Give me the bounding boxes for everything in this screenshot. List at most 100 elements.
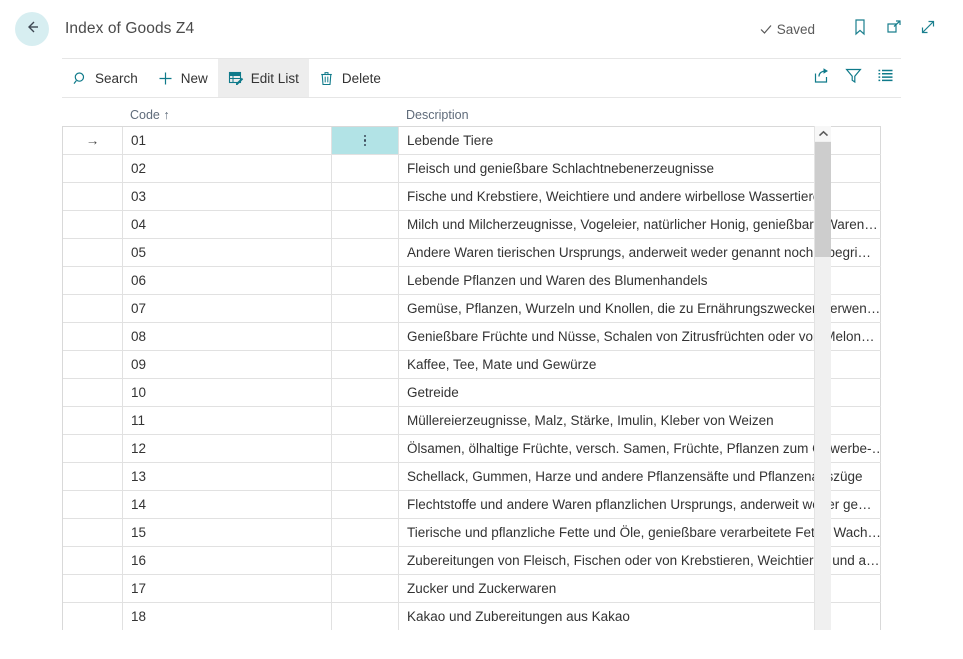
open-in-new-window-button[interactable] <box>877 13 911 45</box>
cell-code[interactable]: 10 <box>123 379 332 406</box>
cell-description[interactable]: Lebende Tiere <box>399 127 881 154</box>
column-header-description[interactable]: Description <box>398 108 897 122</box>
row-menu-button[interactable] <box>332 491 399 518</box>
table-row[interactable]: 11 Müllereierzeugnisse, Malz, Stärke, Imu… <box>63 407 881 435</box>
row-menu-button[interactable] <box>332 267 399 294</box>
row-indicator-cell <box>63 267 123 294</box>
row-indicator-cell <box>63 183 123 210</box>
share-button[interactable] <box>805 59 837 97</box>
arrow-left-icon <box>23 18 41 41</box>
cell-code[interactable]: 05 <box>123 239 332 266</box>
cell-description[interactable]: Lebende Pflanzen und Waren des Blumenhan… <box>399 267 881 294</box>
back-button[interactable] <box>15 12 49 46</box>
filter-button[interactable] <box>837 59 869 97</box>
row-menu-button[interactable] <box>332 127 399 154</box>
bookmark-button[interactable] <box>843 13 877 45</box>
search-button[interactable]: Search <box>62 59 148 97</box>
cell-code[interactable]: 06 <box>123 267 332 294</box>
row-menu-button[interactable] <box>332 379 399 406</box>
scrollbar-thumb[interactable] <box>815 142 831 257</box>
row-indicator-cell <box>63 323 123 350</box>
expand-button[interactable] <box>911 13 945 45</box>
table-row[interactable]: 13 Schellack, Gummen, Harze und andere Pf… <box>63 463 881 491</box>
table-row[interactable]: 18 Kakao und Zubereitungen aus Kakao <box>63 603 881 630</box>
cell-description[interactable]: Zubereitungen von Fleisch, Fischen oder … <box>399 547 881 574</box>
scroll-up-button[interactable] <box>815 126 831 141</box>
table-row[interactable]: 07 Gemüse, Pflanzen, Wurzeln und Knollen,… <box>63 295 881 323</box>
cell-description[interactable]: Flechtstoffe und andere Waren pflanzlich… <box>399 491 881 518</box>
table-row[interactable]: 03 Fische und Krebstiere, Weichtiere und … <box>63 183 881 211</box>
edit-list-button[interactable]: Edit List <box>218 59 309 97</box>
page-header: Index of Goods Z4 Saved <box>0 0 963 58</box>
cell-description[interactable]: Gemüse, Pflanzen, Wurzeln und Knollen, d… <box>399 295 881 322</box>
table-row[interactable]: 04 Milch und Milcherzeugnisse, Vogeleier,… <box>63 211 881 239</box>
table-row[interactable]: 12 Ölsamen, ölhaltige Früchte, versch. Sa… <box>63 435 881 463</box>
cell-description[interactable]: Fische und Krebstiere, Weichtiere und an… <box>399 183 881 210</box>
table-row[interactable]: 15 Tierische und pflanzliche Fette und Öl… <box>63 519 881 547</box>
vertical-scrollbar[interactable] <box>814 126 831 630</box>
cell-description[interactable]: Milch und Milcherzeugnisse, Vogeleier, n… <box>399 211 881 238</box>
table-row[interactable]: 10 Getreide <box>63 379 881 407</box>
row-indicator-cell <box>63 351 123 378</box>
filter-icon <box>845 67 862 89</box>
row-menu-button[interactable] <box>332 463 399 490</box>
row-menu-button[interactable] <box>332 519 399 546</box>
table-row[interactable]: 06 Lebende Pflanzen und Waren des Blumenh… <box>63 267 881 295</box>
table-row[interactable]: 02 Fleisch und genießbare Schlachtnebener… <box>63 155 881 183</box>
cell-code[interactable]: 02 <box>123 155 332 182</box>
cell-description[interactable]: Getreide <box>399 379 881 406</box>
list-options-button[interactable] <box>869 59 901 97</box>
row-menu-button[interactable] <box>332 323 399 350</box>
cell-code[interactable]: 07 <box>123 295 332 322</box>
cell-description[interactable]: Ölsamen, ölhaltige Früchte, versch. Same… <box>399 435 881 462</box>
row-menu-button[interactable] <box>332 547 399 574</box>
cell-code[interactable]: 04 <box>123 211 332 238</box>
cell-code[interactable]: 01 <box>123 127 332 154</box>
row-menu-button[interactable] <box>332 155 399 182</box>
table-row[interactable]: 09 Kaffee, Tee, Mate und Gewürze <box>63 351 881 379</box>
delete-button[interactable]: Delete <box>309 59 391 97</box>
cell-code[interactable]: 16 <box>123 547 332 574</box>
cell-description[interactable]: Müllereierzeugnisse, Malz, Stärke, Imuli… <box>399 407 881 434</box>
cell-code[interactable]: 14 <box>123 491 332 518</box>
share-icon <box>813 67 830 89</box>
cell-code[interactable]: 18 <box>123 603 332 630</box>
cell-code[interactable]: 08 <box>123 323 332 350</box>
row-menu-button[interactable] <box>332 183 399 210</box>
search-button-label: Search <box>95 71 138 86</box>
row-menu-button[interactable] <box>332 295 399 322</box>
table-row[interactable]: →01Lebende Tiere <box>63 127 881 155</box>
new-button[interactable]: New <box>148 59 218 97</box>
row-menu-button[interactable] <box>332 407 399 434</box>
cell-description[interactable]: Genießbare Früchte und Nüsse, Schalen vo… <box>399 323 881 350</box>
cell-code[interactable]: 12 <box>123 435 332 462</box>
row-menu-button[interactable] <box>332 239 399 266</box>
cell-description[interactable]: Tierische und pflanzliche Fette und Öle,… <box>399 519 881 546</box>
cell-code[interactable]: 13 <box>123 463 332 490</box>
cell-description[interactable]: Kaffee, Tee, Mate und Gewürze <box>399 351 881 378</box>
trash-icon <box>319 70 335 86</box>
cell-code[interactable]: 11 <box>123 407 332 434</box>
row-menu-button[interactable] <box>332 211 399 238</box>
cell-description[interactable]: Fleisch und genießbare Schlachtnebenerze… <box>399 155 881 182</box>
cell-code[interactable]: 17 <box>123 575 332 602</box>
table-row[interactable]: 16 Zubereitungen von Fleisch, Fischen ode… <box>63 547 881 575</box>
table-row[interactable]: 05 Andere Waren tierischen Ursprungs, and… <box>63 239 881 267</box>
row-menu-button[interactable] <box>332 575 399 602</box>
cell-description[interactable]: Kakao und Zubereitungen aus Kakao <box>399 603 881 630</box>
cell-code[interactable]: 15 <box>123 519 332 546</box>
row-menu-button[interactable] <box>332 351 399 378</box>
cell-description[interactable]: Schellack, Gummen, Harze und andere Pfla… <box>399 463 881 490</box>
table-row[interactable]: 17 Zucker und Zuckerwaren <box>63 575 881 603</box>
cell-code[interactable]: 09 <box>123 351 332 378</box>
cell-description[interactable]: Zucker und Zuckerwaren <box>399 575 881 602</box>
cell-description[interactable]: Andere Waren tierischen Ursprungs, ander… <box>399 239 881 266</box>
cell-code[interactable]: 03 <box>123 183 332 210</box>
row-menu-button[interactable] <box>332 435 399 462</box>
table-row[interactable]: 08 Genießbare Früchte und Nüsse, Schalen … <box>63 323 881 351</box>
table-row[interactable]: 14 Flechtstoffe und andere Waren pflanzli… <box>63 491 881 519</box>
row-menu-button[interactable] <box>332 603 399 630</box>
row-indicator-cell <box>63 491 123 518</box>
column-header-code[interactable]: Code ↑ <box>122 108 331 122</box>
command-bar: Search New Edit List <box>62 58 901 98</box>
